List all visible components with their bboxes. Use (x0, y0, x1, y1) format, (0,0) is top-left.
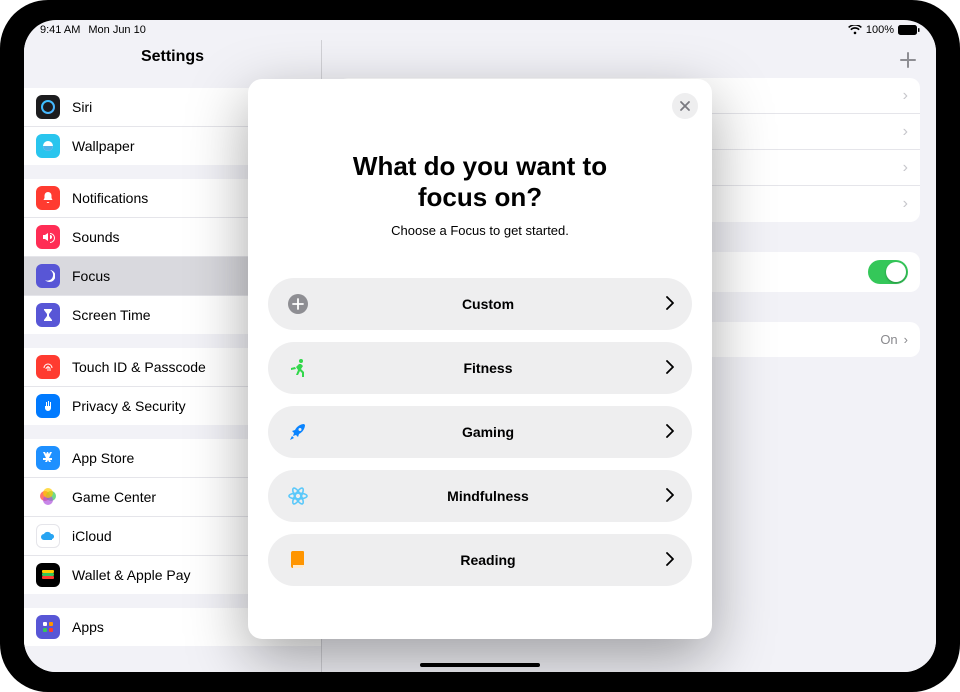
sidebar-item-label: Screen Time (72, 307, 151, 323)
speaker-icon (36, 225, 60, 249)
plus-circle-icon (286, 292, 310, 316)
sidebar-item-label: Sounds (72, 229, 119, 245)
sidebar-item-label: Game Center (72, 489, 156, 505)
modal-title: What do you want to focus on? (268, 151, 692, 213)
sidebar-item-label: Touch ID & Passcode (72, 359, 206, 375)
sidebar-item-label: Apps (72, 619, 104, 635)
focus-option-custom[interactable]: Custom (268, 278, 692, 330)
siri-icon (36, 95, 60, 119)
hand-icon (36, 394, 60, 418)
sidebar-item-label: Wallpaper (72, 138, 135, 154)
sidebar-item-label: iCloud (72, 528, 112, 544)
fingerprint-icon (36, 355, 60, 379)
focus-option-label: Gaming (310, 424, 666, 440)
focus-option-label: Mindfulness (310, 488, 666, 504)
close-icon (679, 100, 691, 112)
focus-option-label: Custom (310, 296, 666, 312)
focus-option-reading[interactable]: Reading (268, 534, 692, 586)
focus-options-list: Custom Fitness (268, 278, 692, 586)
lotus-icon (286, 484, 310, 508)
new-focus-modal: What do you want to focus on? Choose a F… (248, 79, 712, 639)
app-store-icon (36, 446, 60, 470)
focus-status-value: On (880, 332, 897, 347)
status-time: 9:41 AM (40, 24, 80, 36)
wallpaper-icon (36, 134, 60, 158)
apps-icon (36, 615, 60, 639)
sidebar-item-label: Privacy & Security (72, 398, 186, 414)
chevron-right-icon (666, 424, 674, 441)
status-date: Mon Jun 10 (88, 24, 145, 36)
chevron-right-icon (666, 488, 674, 505)
sidebar-item-label: Focus (72, 268, 110, 284)
close-button[interactable] (672, 93, 698, 119)
screen: 9:41 AM Mon Jun 10 100% Settings (24, 20, 936, 672)
modal-subtitle: Choose a Focus to get started. (268, 223, 692, 238)
status-battery-percent: 100% (866, 24, 894, 36)
battery-icon (898, 25, 920, 35)
add-focus-button[interactable] (898, 50, 918, 76)
device-frame: 9:41 AM Mon Jun 10 100% Settings (0, 0, 960, 692)
game-center-icon (36, 485, 60, 509)
rocket-icon (286, 420, 310, 444)
focus-option-label: Fitness (310, 360, 666, 376)
moon-icon (36, 264, 60, 288)
sidebar-title: Settings (24, 40, 321, 74)
book-icon (286, 548, 310, 572)
chevron-right-icon: › (904, 332, 908, 347)
sidebar-item-label: Wallet & Apple Pay (72, 567, 191, 583)
hourglass-icon (36, 303, 60, 327)
wallet-icon (36, 563, 60, 587)
chevron-right-icon (666, 296, 674, 313)
focus-option-gaming[interactable]: Gaming (268, 406, 692, 458)
home-indicator[interactable] (420, 663, 540, 667)
running-icon (286, 356, 310, 380)
bell-icon (36, 186, 60, 210)
sidebar-item-label: App Store (72, 450, 134, 466)
sidebar-item-label: Siri (72, 99, 92, 115)
wifi-icon (848, 25, 862, 35)
share-toggle[interactable] (868, 260, 908, 284)
status-bar: 9:41 AM Mon Jun 10 100% (24, 20, 936, 40)
chevron-right-icon (666, 552, 674, 569)
focus-option-mindfulness[interactable]: Mindfulness (268, 470, 692, 522)
icloud-icon (36, 524, 60, 548)
sidebar-item-label: Notifications (72, 190, 148, 206)
focus-option-fitness[interactable]: Fitness (268, 342, 692, 394)
focus-option-label: Reading (310, 552, 666, 568)
chevron-right-icon (666, 360, 674, 377)
